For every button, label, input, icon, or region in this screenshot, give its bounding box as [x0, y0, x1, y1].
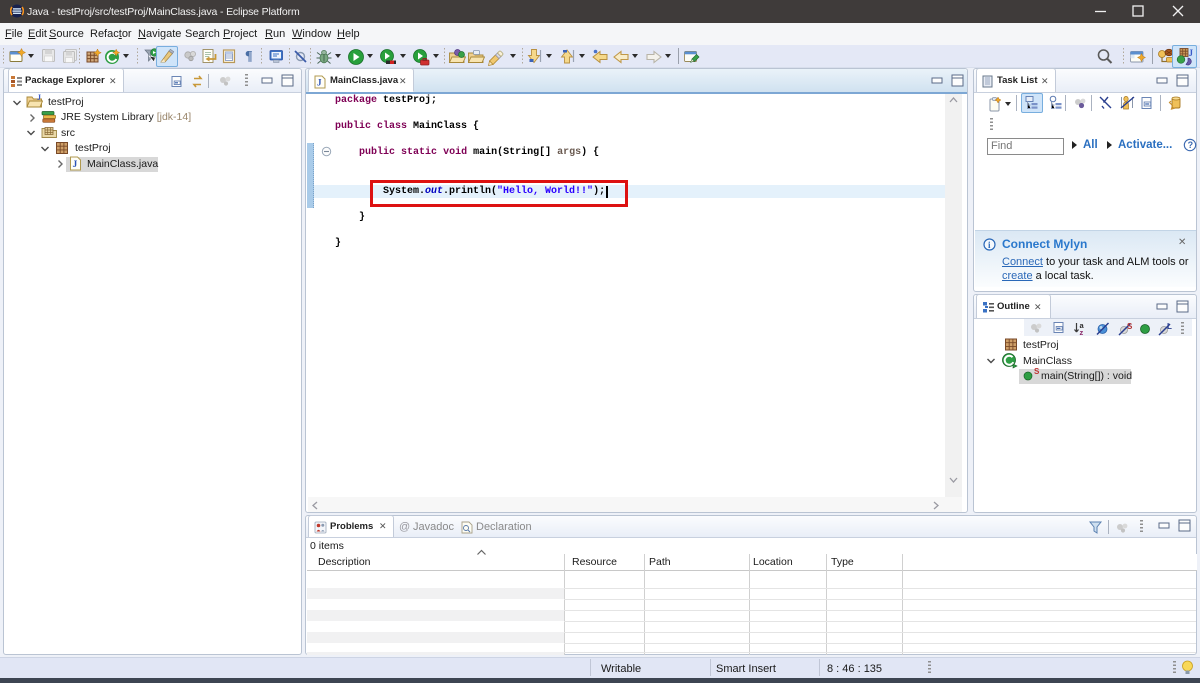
svg-text:J: J [73, 160, 78, 170]
svg-text:z: z [1080, 328, 1084, 336]
svg-text:?: ? [1188, 140, 1194, 150]
svg-text:J: J [317, 78, 322, 88]
svg-text:J: J [1189, 48, 1194, 58]
svg-text:L: L [1167, 322, 1172, 331]
svg-text:J: J [37, 94, 41, 102]
svg-text:S: S [1127, 322, 1133, 331]
